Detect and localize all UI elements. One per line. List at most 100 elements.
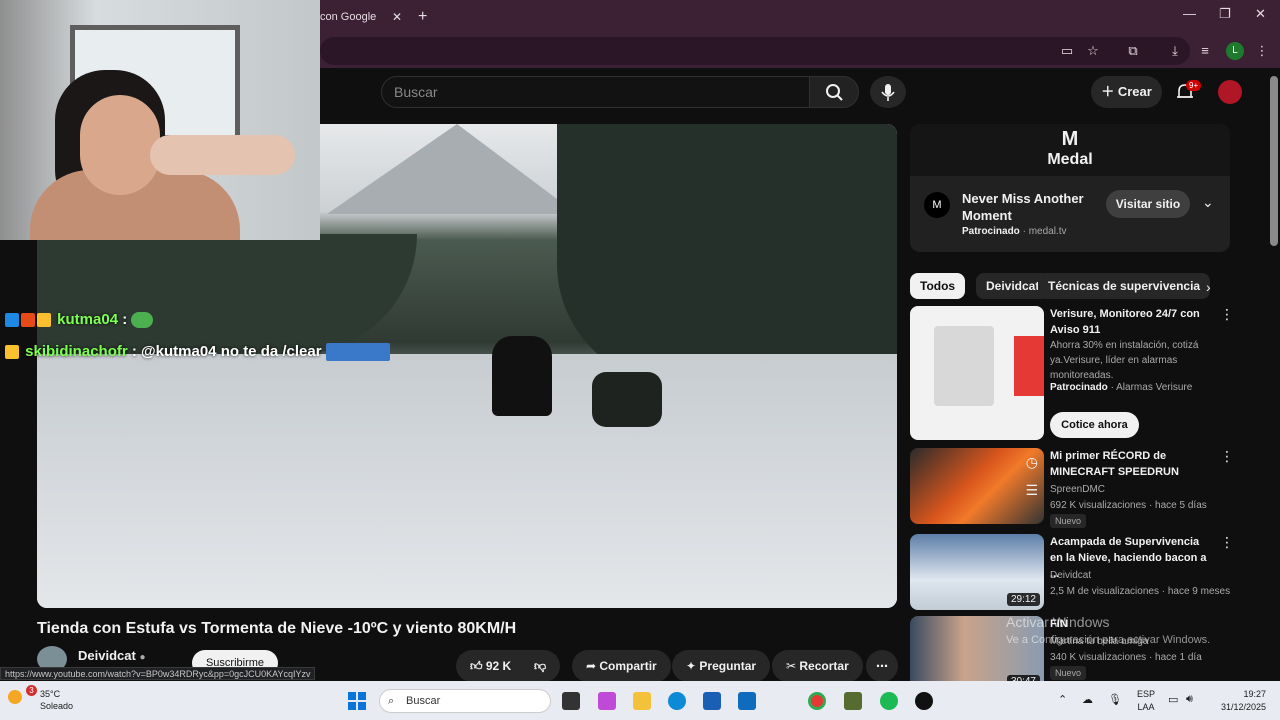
badge-icon — [5, 313, 19, 328]
maximize-button[interactable]: ❐ — [1219, 6, 1231, 22]
stream-chat-overlay: kutma04 : skibidinachofr : @kutma04 no t… — [5, 304, 392, 368]
share-button[interactable]: ➦ Compartir — [572, 650, 671, 682]
recommendation-item[interactable]: ◷ ☰ Mi primer RÉCORD de MINECRAFT SPEEDR… — [910, 448, 1240, 528]
clock-date: 31/12/2025 — [1220, 702, 1266, 712]
minimize-button[interactable]: — — [1183, 6, 1196, 21]
menu-kebab-icon[interactable]: ⋮ — [1254, 43, 1270, 59]
rec-title[interactable]: Mi primer RÉCORD de MINECRAFT SPEEDRUN — [1050, 448, 1210, 480]
rec-stats: 340 K visualizaciones · hace 1 día — [1050, 652, 1202, 663]
microphone-icon[interactable]: 🎙︎ — [1108, 693, 1122, 706]
clock-time: 19:27 — [1243, 689, 1266, 699]
edge-icon[interactable] — [668, 692, 686, 710]
create-button[interactable]: ＋ Crear — [1091, 76, 1162, 108]
outlook-icon[interactable] — [738, 692, 756, 710]
ad-thumbnail[interactable] — [910, 306, 1044, 440]
close-window-button[interactable]: ✕ — [1255, 6, 1266, 22]
weather-badge: 3 — [26, 685, 37, 696]
volume-icon[interactable]: 🔊︎ — [1186, 693, 1193, 706]
crown-icon — [5, 345, 19, 360]
clip-button[interactable]: ✂ Recortar — [772, 650, 863, 682]
mic-icon — [881, 84, 895, 101]
emote-icon — [131, 312, 154, 329]
cta-button[interactable]: Cotice ahora — [1050, 412, 1139, 438]
sparkle-icon: ✦ — [686, 659, 700, 673]
rec-title[interactable]: Verisure, Monitoreo 24/7 con Aviso 911 — [1050, 306, 1210, 338]
more-options-icon[interactable]: ⋮ — [1220, 306, 1234, 323]
ad-domain: medal.tv — [1028, 226, 1067, 237]
crown-icon — [37, 313, 51, 328]
like-count: 92 K — [485, 659, 512, 673]
status-url: https://www.youtube.com/watch?v=BP0w34RD… — [0, 667, 316, 680]
search-icon — [826, 84, 843, 101]
bookmark-star-icon[interactable]: ☆ — [1085, 43, 1101, 59]
video-thumbnail[interactable]: ◷ ☰ — [910, 448, 1044, 524]
chrome-icon[interactable] — [808, 692, 826, 710]
search-button[interactable] — [809, 76, 859, 108]
onedrive-icon[interactable]: ☁ — [1082, 693, 1093, 706]
duration-badge: 29:12 — [1006, 593, 1040, 606]
search-input[interactable]: Buscar — [381, 76, 810, 108]
account-avatar[interactable] — [1218, 80, 1242, 104]
chevron-up-icon[interactable]: ⌃ — [1058, 693, 1067, 706]
more-actions-button[interactable]: ⋯ — [866, 650, 898, 682]
more-options-icon[interactable]: ⋮ — [1220, 448, 1234, 465]
chat-username: kutma04 — [57, 311, 119, 328]
chevron-down-icon[interactable]: ⌄ — [1202, 194, 1214, 211]
windows-start-icon[interactable] — [348, 692, 366, 710]
share-icon: ➦ — [586, 659, 600, 673]
new-badge: Nuevo — [1050, 514, 1087, 528]
recommendation-item[interactable]: 29:12 Acampada de Supervivencia en la Ni… — [910, 534, 1240, 612]
recommendation-ad[interactable]: Verisure, Monitoreo 24/7 con Aviso 911 A… — [910, 306, 1240, 442]
weather-widget[interactable]: 35°C Soleado — [40, 688, 73, 712]
like-button[interactable]: 👍︎ 92 K 👎︎ — [456, 650, 560, 682]
dislike-icon[interactable]: 👎︎ — [534, 650, 546, 682]
file-explorer-icon[interactable] — [633, 692, 651, 710]
copilot-icon[interactable] — [598, 692, 616, 710]
weather-icon[interactable] — [8, 690, 22, 704]
system-clock[interactable]: 19:27 31/12/2025 — [1212, 688, 1266, 714]
cast-icon[interactable]: ▭ — [1059, 43, 1075, 59]
taskbar-search[interactable]: ⌕ Buscar — [379, 689, 551, 713]
ad-headline: Never Miss Another Moment — [962, 191, 1084, 223]
tab-close-icon[interactable]: ✕ — [392, 4, 402, 30]
rec-channel[interactable]: Deividcat — [1050, 568, 1091, 583]
profile-avatar[interactable]: L — [1226, 42, 1244, 60]
windows-taskbar: 3 35°C Soleado ⌕ Buscar ⌃ ☁ 🎙︎ ESP LAA ▭… — [0, 681, 1280, 720]
app-icon[interactable] — [844, 692, 862, 710]
obs-icon[interactable] — [915, 692, 933, 710]
chat-message: skibidinachofr : @kutma04 no te da /clea… — [5, 336, 392, 368]
video-thumbnail[interactable]: 29:12 — [910, 534, 1044, 610]
backpack — [592, 372, 662, 427]
keyboard-layout: LAA — [1137, 702, 1155, 712]
add-to-queue-icon[interactable]: ☰ — [1025, 482, 1038, 499]
scissors-icon: ✂ — [786, 659, 800, 673]
ad-card[interactable]: M Medal M Never Miss Another Moment Patro… — [910, 124, 1230, 252]
more-options-icon[interactable]: ⋮ — [1220, 534, 1234, 551]
chevron-right-icon[interactable]: › — [1206, 279, 1211, 295]
rec-channel[interactable]: SpreenDMC — [1050, 482, 1105, 497]
weather-condition: Soleado — [40, 701, 74, 711]
language-indicator[interactable]: ESP LAA — [1134, 688, 1158, 714]
browser-tab[interactable]: con Google ✕ — [310, 4, 410, 30]
ask-button[interactable]: ✦ Preguntar — [672, 650, 771, 682]
visit-site-button[interactable]: Visitar sitio — [1106, 190, 1190, 218]
download-icon[interactable]: ⤓ — [1167, 43, 1183, 59]
network-icon[interactable]: ▭ — [1168, 693, 1178, 706]
channel-name[interactable]: Deividcat ● — [78, 648, 145, 663]
thumb-up-icon: 👍︎ — [470, 659, 486, 673]
chip-todos[interactable]: Todos — [910, 273, 966, 299]
advertiser-icon: M — [924, 192, 950, 218]
sponsored-label: Patrocinado — [962, 226, 1020, 237]
chip-supervivencia[interactable]: Técnicas de supervivencia — [1038, 273, 1211, 299]
search-icon: ⌕ — [388, 695, 395, 707]
new-tab-button[interactable]: + — [418, 4, 427, 30]
extensions-icon[interactable]: ⧉ — [1125, 43, 1141, 59]
voice-search-button[interactable] — [870, 76, 906, 108]
scrollbar[interactable] — [1270, 76, 1278, 246]
task-view-icon[interactable] — [562, 692, 580, 710]
store-icon[interactable] — [703, 692, 721, 710]
spotify-icon[interactable] — [880, 692, 898, 710]
watch-later-icon[interactable]: ◷ — [1026, 454, 1038, 471]
medal-logo-icon: M — [1061, 128, 1079, 150]
media-control-icon[interactable]: ≡ — [1197, 43, 1213, 59]
